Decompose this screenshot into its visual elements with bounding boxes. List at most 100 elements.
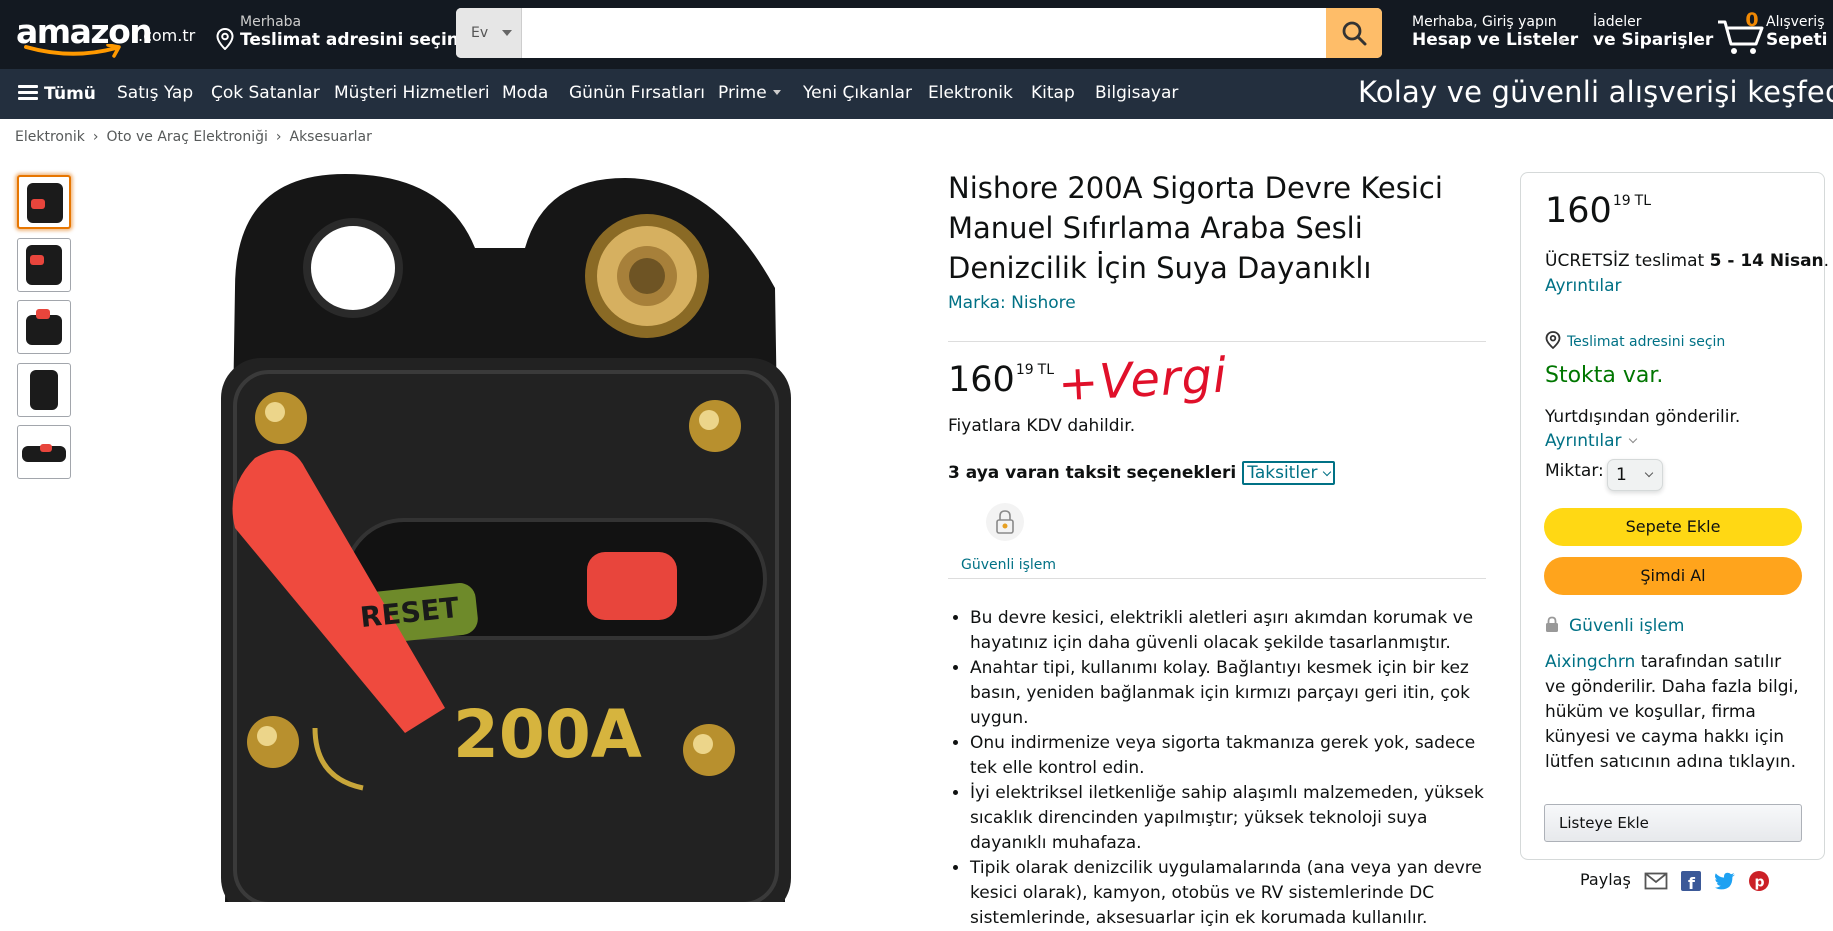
svg-text:p: p xyxy=(1755,874,1765,890)
breadcrumb-item[interactable]: Aksesuarlar xyxy=(290,129,372,145)
secure-transaction-label[interactable]: Güvenli işlem xyxy=(961,557,1056,573)
delivery-details-link[interactable]: Ayrıntılar xyxy=(1545,276,1622,296)
breadcrumb-item[interactable]: Elektronik xyxy=(15,129,85,145)
price-whole: 160 xyxy=(1545,191,1612,231)
cart-link[interactable]: 0 Alışveriş Sepeti xyxy=(1716,8,1831,60)
thumbnail-image[interactable] xyxy=(17,238,71,292)
divider xyxy=(948,341,1486,342)
chevron-down-icon xyxy=(1322,467,1331,477)
logo-tld: .com.tr xyxy=(138,26,196,45)
thumbnail-graphic xyxy=(30,255,44,265)
breadcrumb: Elektronik › Oto ve Araç Elektroniği › Akses… xyxy=(15,129,372,145)
search-input[interactable] xyxy=(522,8,1322,58)
chevron-down-icon xyxy=(502,30,512,36)
seller-link[interactable]: Aixingchrn xyxy=(1545,652,1635,672)
twitter-share-icon[interactable] xyxy=(1714,872,1736,890)
search-bar: Ev xyxy=(456,8,1382,58)
feature-bullet: Anahtar tipi, kullanımı kolay. Bağlantıy… xyxy=(970,656,1488,731)
returns-orders-link[interactable]: İadeler ve Siparişler xyxy=(1593,14,1713,56)
svg-text:f: f xyxy=(1688,874,1696,891)
breadcrumb-item[interactable]: Oto ve Araç Elektroniği xyxy=(106,129,267,145)
all-menu-button[interactable]: Tümü xyxy=(18,83,96,104)
secure-transaction-badge[interactable] xyxy=(986,503,1024,541)
nav-item-electronics[interactable]: Elektronik xyxy=(928,83,1013,103)
nav-item-fashion[interactable]: Moda xyxy=(502,83,548,103)
nav-item-prime[interactable]: Prime xyxy=(718,83,781,103)
add-to-cart-button[interactable]: Sepete Ekle xyxy=(1544,508,1802,546)
top-navbar: amazon .com.tr Merhaba Teslimat adresini… xyxy=(0,0,1833,69)
orders-label: ve Siparişler xyxy=(1593,30,1714,50)
lock-icon xyxy=(1546,616,1558,632)
search-icon xyxy=(1342,21,1367,46)
feature-bullets: Bu devre kesici, elektrikli aletleri aşı… xyxy=(948,606,1488,931)
brand-link[interactable]: Marka: Nishore xyxy=(948,293,1076,313)
thumbnail-graphic xyxy=(30,370,58,410)
buybox-location-label: Teslimat adresini seçin xyxy=(1567,334,1726,350)
account-menu[interactable]: Merhaba, Giriş yapın Hesap ve Listeler xyxy=(1412,14,1588,56)
nav-item-new-releases[interactable]: Yeni Çıkanlar xyxy=(803,83,912,103)
add-to-list-button[interactable]: Listeye Ekle xyxy=(1544,804,1802,842)
thumbnail-image[interactable] xyxy=(17,300,71,354)
circuit-breaker-image xyxy=(221,174,791,918)
quantity-select[interactable]: 1 xyxy=(1607,459,1663,491)
product-price: 16019 TL xyxy=(948,360,1054,400)
nav-item-computers[interactable]: Bilgisayar xyxy=(1095,83,1178,103)
seller-info: Aixingchrn tarafından satılır ve gönderi… xyxy=(1545,650,1807,775)
pinterest-share-icon[interactable]: p xyxy=(1749,870,1770,891)
nav-item-best-sellers[interactable]: Çok Satanlar xyxy=(211,83,320,103)
chevron-down-icon xyxy=(1644,468,1654,478)
amazon-logo[interactable]: amazon .com.tr xyxy=(16,10,196,58)
promo-banner[interactable]: Kolay ve güvenli alışverişi keşfedin ❯ xyxy=(1358,75,1833,109)
feature-bullet: Tipik olarak denizcilik uygulamalarında … xyxy=(970,856,1488,931)
location-select-label: Teslimat adresini seçin xyxy=(240,30,459,50)
delivery-info: ÜCRETSİZ teslimat 5 - 14 Nisan. xyxy=(1545,251,1829,271)
nav-item-prime-label: Prime xyxy=(718,83,767,103)
email-share-icon[interactable] xyxy=(1644,872,1668,890)
share-label: Paylaş xyxy=(1580,870,1631,889)
thumbnail-graphic xyxy=(26,315,62,345)
nav-item-customer-service[interactable]: Müşteri Hizmetleri xyxy=(334,83,490,103)
nav-item-deals[interactable]: Günün Fırsatları xyxy=(569,83,705,103)
thumbnail-image[interactable] xyxy=(17,425,71,479)
facebook-share-icon[interactable]: f xyxy=(1680,870,1701,891)
price-currency: TL xyxy=(1037,362,1054,378)
breadcrumb-separator: › xyxy=(92,129,99,145)
abroad-details-label: Ayrıntılar xyxy=(1545,431,1622,451)
feature-bullet: Bu devre kesici, elektrikli aletleri aşı… xyxy=(970,606,1488,656)
delivery-dates: 5 - 14 Nisan xyxy=(1709,251,1824,271)
share-row: Paylaş f p xyxy=(1580,870,1770,891)
chevron-down-icon xyxy=(772,90,781,95)
all-menu-label: Tümü xyxy=(44,84,96,104)
cart-label-line1: Alışveriş xyxy=(1766,14,1825,30)
product-main-image[interactable]: RESET 200A xyxy=(195,168,795,918)
nav-item-books[interactable]: Kitap xyxy=(1031,83,1075,103)
abroad-details-link[interactable]: Ayrıntılar xyxy=(1545,431,1637,451)
account-lists-label: Hesap ve Listeler xyxy=(1412,30,1579,50)
quantity-value: 1 xyxy=(1616,465,1627,485)
amp-label: 200A xyxy=(453,696,642,773)
cart-label-line2: Sepeti xyxy=(1766,30,1828,50)
stock-status: Stokta var. xyxy=(1545,363,1664,388)
account-greeting: Merhaba, Giriş yapın xyxy=(1412,14,1557,30)
thumbnail-image[interactable] xyxy=(17,363,71,417)
price-whole: 160 xyxy=(948,360,1015,400)
buybox-secure-transaction[interactable]: Güvenli işlem xyxy=(1545,614,1684,636)
returns-label: İadeler xyxy=(1593,14,1642,30)
delivery-location[interactable]: Merhaba Teslimat adresini seçin xyxy=(216,14,459,56)
location-pin-icon xyxy=(216,28,234,50)
nav-item-sell[interactable]: Satış Yap xyxy=(117,83,193,103)
search-button[interactable] xyxy=(1326,8,1382,58)
price-currency: TL xyxy=(1634,193,1651,209)
search-category-value: Ev xyxy=(471,25,489,41)
thumbnail-graphic xyxy=(36,309,50,319)
buybox-location-link[interactable]: Teslimat adresini seçin xyxy=(1545,328,1725,350)
thumbnail-image[interactable] xyxy=(17,175,71,229)
divider xyxy=(948,578,1486,579)
installment-link[interactable]: Taksitler xyxy=(1242,461,1335,485)
buy-box: 16019 TL ÜCRETSİZ teslimat 5 - 14 Nisan. … xyxy=(1520,172,1829,860)
price-fraction: 19 xyxy=(1612,193,1631,209)
search-category-dropdown[interactable]: Ev xyxy=(456,8,522,58)
hamburger-icon xyxy=(18,85,38,101)
buy-now-button[interactable]: Şimdi Al xyxy=(1544,557,1802,595)
buybox-secure-label: Güvenli işlem xyxy=(1569,616,1685,636)
